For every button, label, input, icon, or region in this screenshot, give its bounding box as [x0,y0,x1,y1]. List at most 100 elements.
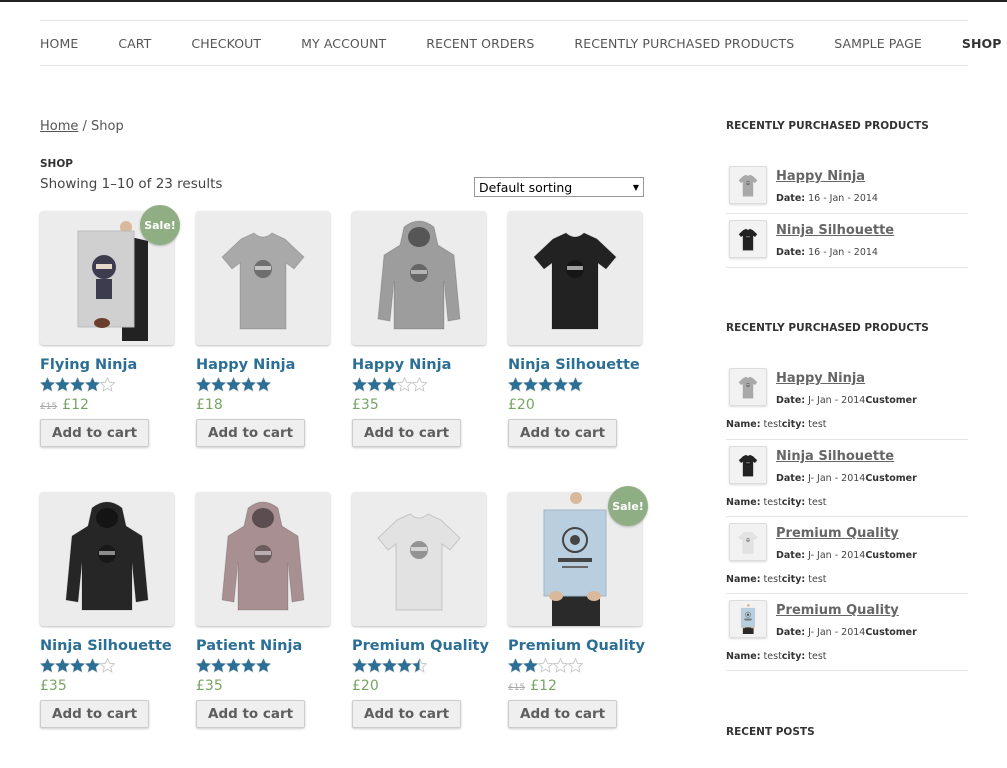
list-item: Happy Ninja Date: J- Jan - 2014Customer … [726,362,968,440]
product-name-link[interactable]: Ninja Silhouette [776,449,894,464]
sale-price: £35 [40,678,67,694]
product-card: Ninja Silhouette £35 Add to cart [40,492,174,730]
add-to-cart-button[interactable]: Add to cart [196,419,306,447]
product-price: £15 £12 [40,397,174,413]
product-thumbnail[interactable] [729,523,767,561]
widget-title-recently-purchased: RECENTLY PURCHASED PRODUCTS [726,120,929,132]
product-card: Patient Ninja £35 Add to cart [196,492,330,730]
nav-item-shop[interactable]: SHOP [962,36,1002,51]
purchase-date: Date: J- Jan - 2014Customer [776,473,917,484]
product-title-link[interactable]: Premium Quality [508,638,645,654]
product-title-link[interactable]: Flying Ninja [40,357,174,373]
sale-price: £12 [530,678,557,694]
recently-purchased-customer-list: Happy Ninja Date: J- Jan - 2014Customer … [726,362,968,671]
list-item: Ninja Silhouette Date: J- Jan - 2014Cust… [726,440,968,517]
nav-item-my-account[interactable]: MY ACCOUNT [301,36,386,51]
list-item: Premium Quality Date: J- Jan - 2014Custo… [726,594,968,671]
product-card: Ninja Silhouette £20 Add to cart [508,211,642,449]
product-name-link[interactable]: Premium Quality [776,603,899,618]
sort-select[interactable]: Default sorting ▼ [474,177,644,197]
product-card: Sale! Premium Quality £15 £12 Add to car… [508,486,648,730]
product-image[interactable] [352,211,486,345]
list-item: Premium Quality Date: J- Jan - 2014Custo… [726,517,968,594]
product-name-link[interactable]: Happy Ninja [776,371,865,386]
add-to-cart-button[interactable]: Add to cart [508,700,618,728]
star-icon [352,377,427,393]
product-thumbnail[interactable] [729,368,767,406]
product-title-link[interactable]: Happy Ninja [196,357,330,373]
product-name-link[interactable]: Happy Ninja [776,169,865,184]
sale-price: £20 [508,397,535,413]
product-thumbnail[interactable] [729,166,767,204]
chevron-down-icon: ▼ [632,182,639,192]
star-icon [508,377,583,393]
sale-price: £35 [352,397,379,413]
purchase-date: Date: J- Jan - 2014Customer [776,627,917,638]
customer-details: Name: testcity: test [726,651,827,662]
nav-item-checkout[interactable]: CHECKOUT [191,36,261,51]
main-navigation: HOME CART CHECKOUT MY ACCOUNT RECENT ORD… [40,20,1001,66]
result-count: Showing 1–10 of 23 results [40,176,223,192]
breadcrumb-home-link[interactable]: Home [40,119,78,134]
add-to-cart-button[interactable]: Add to cart [40,700,150,728]
product-price: £15 £12 [508,678,642,694]
purchase-date: Date: J- Jan - 2014Customer [776,395,917,406]
product-card: Happy Ninja £18 Add to cart [196,211,330,449]
breadcrumb-current: Shop [91,119,124,134]
product-card: Premium Quality £20 Add to cart [352,492,489,730]
nav-item-recently-purchased-products[interactable]: RECENTLY PURCHASED PRODUCTS [574,36,794,51]
product-name-link[interactable]: Ninja Silhouette [776,223,894,238]
add-to-cart-button[interactable]: Add to cart [196,700,306,728]
product-image[interactable] [196,492,330,626]
product-name-link[interactable]: Premium Quality [776,526,899,541]
star-rating [40,377,174,393]
product-title-link[interactable]: Happy Ninja [352,357,486,373]
product-title-link[interactable]: Premium Quality [352,638,489,654]
sale-badge: Sale! [140,205,180,245]
add-to-cart-button[interactable]: Add to cart [508,419,618,447]
star-rating [352,377,486,393]
customer-details: Name: testcity: test [726,419,827,430]
star-icon [196,377,271,393]
star-rating [508,658,642,674]
star-rating [196,377,330,393]
add-to-cart-button[interactable]: Add to cart [352,419,462,447]
purchase-date: Date: 16 - Jan - 2014 [776,193,878,204]
product-card: Sale! Flying Ninja £15 £12 Add to cart [40,205,180,449]
product-image[interactable] [40,492,174,626]
product-price: £20 [508,397,642,413]
purchase-date: Date: J- Jan - 2014Customer [776,550,917,561]
page-title: SHOP [40,158,73,170]
product-image[interactable] [508,211,642,345]
star-rating [40,658,174,674]
list-item: Happy Ninja Date: 16 - Jan - 2014 [726,160,968,214]
product-title-link[interactable]: Patient Ninja [196,638,330,654]
product-price: £35 [40,678,174,694]
product-price: £35 [352,397,486,413]
original-price: £15 [40,402,58,412]
nav-item-cart[interactable]: CART [118,36,151,51]
product-thumbnail[interactable] [729,446,767,484]
nav-item-sample-page[interactable]: SAMPLE PAGE [834,36,922,51]
sale-price: £20 [352,678,379,694]
product-image[interactable] [352,492,486,626]
product-image[interactable] [196,211,330,345]
add-to-cart-button[interactable]: Add to cart [40,419,150,447]
purchase-date: Date: 16 - Jan - 2014 [776,247,878,258]
nav-item-home[interactable]: HOME [40,36,78,51]
nav-item-recent-orders[interactable]: RECENT ORDERS [426,36,534,51]
product-thumbnail[interactable] [729,600,767,638]
customer-details: Name: testcity: test [726,497,827,508]
star-icon [40,658,115,674]
product-thumbnail[interactable] [729,220,767,258]
star-icon [352,658,427,674]
sale-price: £35 [196,678,223,694]
product-title-link[interactable]: Ninja Silhouette [40,638,174,654]
star-icon [508,658,583,674]
star-icon [196,658,271,674]
add-to-cart-button[interactable]: Add to cart [352,700,462,728]
star-icon [40,377,115,393]
product-title-link[interactable]: Ninja Silhouette [508,357,642,373]
breadcrumb-separator: / [78,119,92,134]
widget-title-recent-posts: RECENT POSTS [726,726,815,738]
